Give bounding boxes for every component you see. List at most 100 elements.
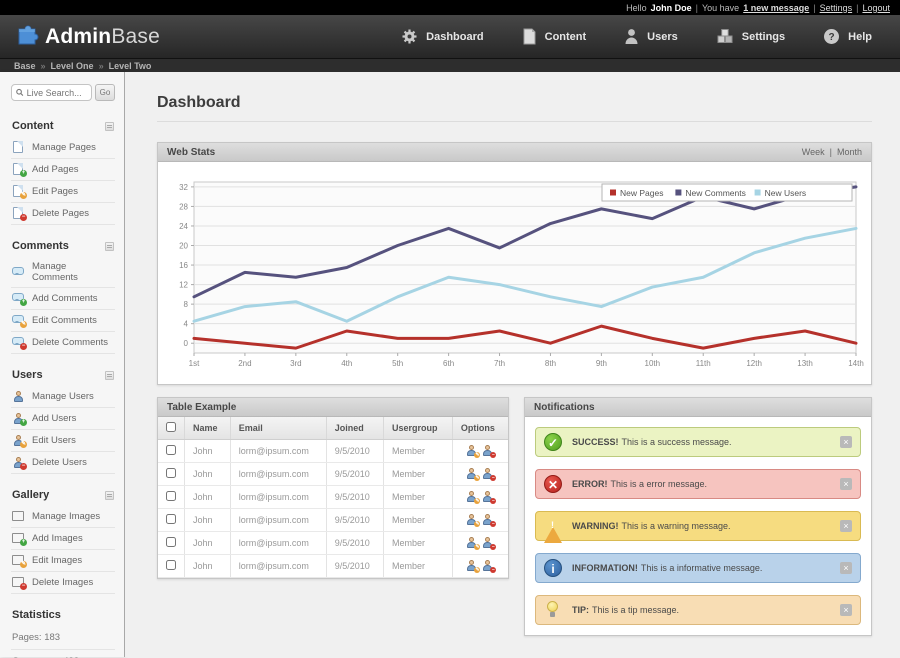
cell-name: John	[185, 440, 231, 463]
column-header-email[interactable]: Email	[230, 417, 326, 440]
webstats-link-month[interactable]: Month	[837, 147, 862, 157]
nav-item-settings[interactable]: Settings	[716, 28, 785, 45]
page-icon	[12, 141, 25, 154]
close-icon[interactable]: ×	[840, 520, 852, 532]
sidebar-item-manage-users[interactable]: Manage Users	[11, 386, 115, 408]
delete-user-icon[interactable]: −	[482, 514, 494, 526]
collapse-icon[interactable]	[105, 122, 114, 131]
delete-user-icon[interactable]: −	[482, 491, 494, 503]
collapse-icon[interactable]	[105, 491, 114, 500]
bubble-icon	[12, 266, 25, 279]
svg-text:24: 24	[179, 222, 188, 231]
edit-user-icon[interactable]: ✎	[466, 468, 478, 480]
delete-user-icon[interactable]: −	[482, 445, 494, 457]
svg-text:10th: 10th	[645, 359, 661, 368]
column-header-name[interactable]: Name	[185, 417, 231, 440]
row-checkbox[interactable]	[166, 560, 176, 570]
delete-badge-icon: −	[20, 463, 27, 470]
svg-text:5th: 5th	[392, 359, 403, 368]
cell-joined: 9/5/2010	[326, 532, 383, 555]
nav-item-users[interactable]: Users	[624, 28, 678, 45]
select-all-checkbox[interactable]	[166, 422, 176, 432]
new-message-link[interactable]: 1 new message	[743, 3, 809, 13]
sidebar-item-manage-pages[interactable]: Manage Pages	[11, 137, 115, 159]
notification-tip: TIP:This is a tip message.×	[535, 595, 861, 625]
collapse-icon[interactable]	[105, 242, 114, 251]
table-row: Johnlorm@ipsum.com9/5/2010Member✎−	[158, 440, 508, 463]
sidebar-item-delete-pages[interactable]: −Delete Pages	[11, 203, 115, 225]
settings-link[interactable]: Settings	[820, 3, 853, 13]
sidebar-item-delete-comments[interactable]: −Delete Comments	[11, 332, 115, 354]
column-header-options[interactable]: Options	[452, 417, 508, 440]
sidebar-item-edit-pages[interactable]: ✎Edit Pages	[11, 181, 115, 203]
table-row: Johnlorm@ipsum.com9/5/2010Member✎−	[158, 555, 508, 578]
column-header-joined[interactable]: Joined	[326, 417, 383, 440]
bubble-icon: −	[12, 336, 25, 349]
row-checkbox[interactable]	[166, 468, 176, 478]
cell-usergroup: Member	[384, 486, 453, 509]
row-checkbox[interactable]	[166, 537, 176, 547]
document-icon	[522, 28, 537, 45]
user-icon	[12, 390, 25, 403]
cell-joined: 9/5/2010	[326, 463, 383, 486]
breadcrumb-item-2[interactable]: Level One	[51, 61, 94, 71]
close-icon[interactable]: ×	[840, 604, 852, 616]
sidebar-item-add-users[interactable]: +Add Users	[11, 408, 115, 430]
bubble-icon: +	[12, 292, 25, 305]
edit-badge-icon: ✎	[20, 441, 27, 448]
sidebar-item-delete-users[interactable]: −Delete Users	[11, 452, 115, 474]
bubble-icon: ✎	[12, 314, 25, 327]
edit-user-icon[interactable]: ✎	[466, 537, 478, 549]
sidebar-item-add-comments[interactable]: +Add Comments	[11, 288, 115, 310]
cell-usergroup: Member	[384, 440, 453, 463]
search-go-button[interactable]: Go	[95, 84, 115, 101]
edit-badge-icon: ✎	[20, 192, 27, 199]
nav-item-help[interactable]: ?Help	[823, 28, 872, 45]
row-checkbox[interactable]	[166, 514, 176, 524]
sidebar-item-add-images[interactable]: +Add Images	[11, 528, 115, 550]
logout-link[interactable]: Logout	[862, 3, 890, 13]
nav-item-dashboard[interactable]: Dashboard	[401, 28, 483, 45]
search-input[interactable]	[27, 88, 87, 98]
breadcrumb-item-1[interactable]: Base	[14, 61, 36, 71]
statistics-title: Statistics	[12, 609, 61, 621]
sidebar-item-edit-users[interactable]: ✎Edit Users	[11, 430, 115, 452]
column-header-usergroup[interactable]: Usergroup	[384, 417, 453, 440]
sidebar-item-add-pages[interactable]: +Add Pages	[11, 159, 115, 181]
add-badge-icon: +	[20, 539, 27, 546]
cell-email: lorm@ipsum.com	[230, 486, 326, 509]
sidebar-item-manage-comments[interactable]: Manage Comments	[11, 257, 115, 288]
cell-usergroup: Member	[384, 532, 453, 555]
svg-text:8: 8	[184, 300, 189, 309]
svg-text:1st: 1st	[189, 359, 200, 368]
row-checkbox[interactable]	[166, 445, 176, 455]
delete-user-icon[interactable]: −	[482, 537, 494, 549]
webstats-link-week[interactable]: Week	[802, 147, 825, 157]
close-icon[interactable]: ×	[840, 562, 852, 574]
edit-user-icon[interactable]: ✎	[466, 560, 478, 572]
puzzle-logo-icon	[14, 21, 40, 52]
delete-user-icon[interactable]: −	[482, 468, 494, 480]
row-checkbox[interactable]	[166, 491, 176, 501]
greeting-text: Hello	[626, 3, 647, 13]
breadcrumb-item-3[interactable]: Level Two	[109, 61, 152, 71]
cell-email: lorm@ipsum.com	[230, 555, 326, 578]
sidebar-item-delete-images[interactable]: −Delete Images	[11, 572, 115, 594]
svg-text:8th: 8th	[545, 359, 556, 368]
svg-text:11th: 11th	[696, 359, 711, 368]
close-icon[interactable]: ×	[840, 478, 852, 490]
cell-joined: 9/5/2010	[326, 486, 383, 509]
sidebar-item-manage-images[interactable]: Manage Images	[11, 506, 115, 528]
close-icon[interactable]: ×	[840, 436, 852, 448]
delete-user-icon[interactable]: −	[482, 560, 494, 572]
cell-usergroup: Member	[384, 463, 453, 486]
sidebar-item-edit-images[interactable]: ✎Edit Images	[11, 550, 115, 572]
edit-user-icon[interactable]: ✎	[466, 514, 478, 526]
edit-user-icon[interactable]: ✎	[466, 491, 478, 503]
logo[interactable]: AdminBase	[14, 21, 160, 52]
edit-user-icon[interactable]: ✎	[466, 445, 478, 457]
collapse-icon[interactable]	[105, 371, 114, 380]
sidebar-item-edit-comments[interactable]: ✎Edit Comments	[11, 310, 115, 332]
nav-item-content[interactable]: Content	[522, 28, 587, 45]
table-row: Johnlorm@ipsum.com9/5/2010Member✎−	[158, 532, 508, 555]
